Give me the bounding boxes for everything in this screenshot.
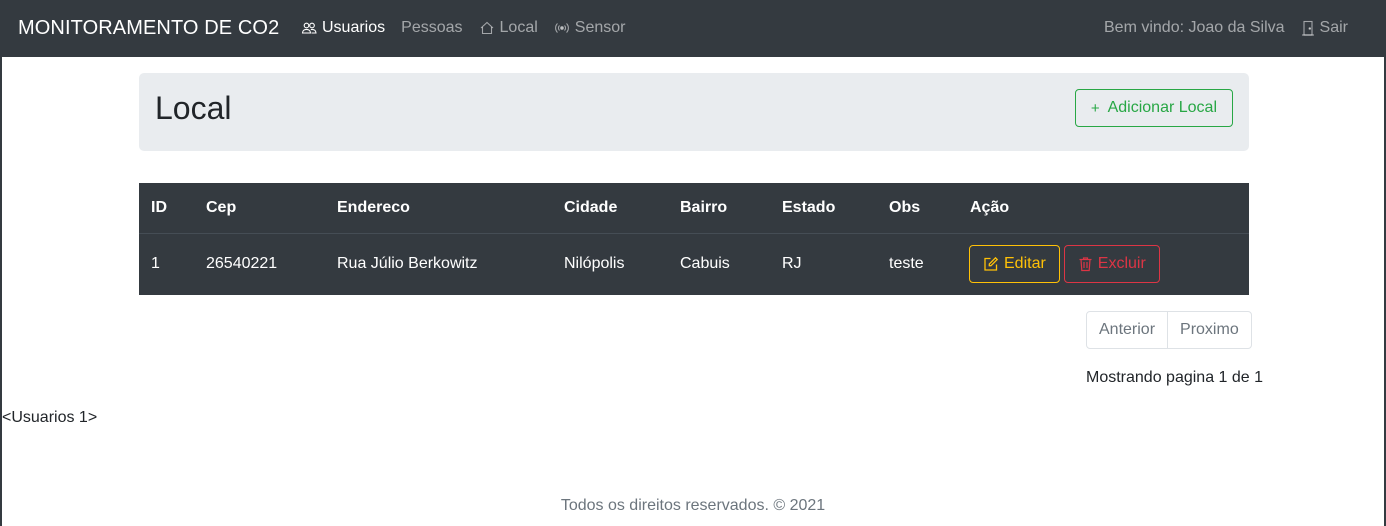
component-debug-text: <Usuarios 1> bbox=[2, 409, 98, 426]
nav-link-label: Local bbox=[499, 19, 538, 36]
welcome-text: Bem vindo: Joao da Silva bbox=[1104, 19, 1285, 36]
nav-link-label: Pessoas bbox=[401, 19, 463, 36]
column-header-cidade: Cidade bbox=[552, 183, 668, 234]
cell-cep: 26540221 bbox=[206, 255, 278, 273]
column-header-estado: Estado bbox=[770, 183, 877, 234]
logout-link[interactable]: Sair bbox=[1301, 19, 1348, 37]
house-icon bbox=[480, 21, 493, 35]
nav-link-usuarios[interactable]: Usuarios bbox=[301, 19, 385, 37]
people-icon bbox=[301, 22, 317, 34]
nav-link-sensor[interactable]: Sensor bbox=[554, 19, 626, 37]
top-navbar: MONITORAMENTO DE CO2 Usuarios Pessoas Lo… bbox=[2, 0, 1386, 57]
footer-text: Todos os direitos reservados. © 2021 bbox=[560, 497, 826, 514]
column-header-acao: Ação bbox=[958, 183, 1249, 234]
cell-id: 1 bbox=[151, 255, 160, 273]
cell-acao: Editar Excluir bbox=[958, 233, 1249, 295]
cell-estado: RJ bbox=[782, 255, 802, 273]
column-header-id: ID bbox=[139, 183, 194, 234]
cell-bairro: Cabuis bbox=[680, 255, 730, 273]
nav-link-label: Usuarios bbox=[322, 19, 386, 36]
add-local-button[interactable]: + Adicionar Local bbox=[1074, 89, 1233, 127]
column-header-endereco: Endereco bbox=[325, 183, 552, 234]
pencil-square-icon bbox=[984, 257, 999, 271]
nav-links: Usuarios Pessoas Local Sensor bbox=[301, 19, 641, 37]
pagination: Anterior Proximo bbox=[1086, 311, 1252, 349]
cell-endereco: Rua Júlio Berkowitz bbox=[337, 255, 478, 273]
page-header: Local + Adicionar Local bbox=[139, 73, 1249, 151]
local-table: ID Cep Endereco Cidade Bairro Estado Obs… bbox=[139, 183, 1249, 295]
page-title: Local bbox=[155, 90, 232, 126]
table-header-row: ID Cep Endereco Cidade Bairro Estado Obs… bbox=[139, 183, 1249, 234]
column-header-obs: Obs bbox=[877, 183, 958, 234]
trash-icon bbox=[1079, 257, 1092, 272]
edit-button[interactable]: Editar bbox=[969, 245, 1060, 284]
cell-cidade: Nilópolis bbox=[564, 255, 625, 273]
delete-button[interactable]: Excluir bbox=[1063, 245, 1160, 284]
nav-link-label: Sensor bbox=[574, 19, 626, 36]
brand-title[interactable]: MONITORAMENTO DE CO2 bbox=[18, 17, 279, 40]
previous-page-button[interactable]: Anterior bbox=[1086, 311, 1169, 349]
broadcast-icon bbox=[554, 23, 569, 33]
plus-icon: + bbox=[1090, 99, 1100, 117]
column-header-bairro: Bairro bbox=[668, 183, 770, 234]
table-row: 1 26540221 Rua Júlio Berkowitz Nilópolis… bbox=[139, 233, 1249, 295]
page-info: Mostrando pagina 1 de 1 bbox=[1086, 369, 1264, 386]
add-local-label: Adicionar Local bbox=[1107, 99, 1217, 116]
door-icon bbox=[1301, 20, 1314, 36]
column-header-cep: Cep bbox=[194, 183, 325, 234]
nav-link-pessoas[interactable]: Pessoas bbox=[401, 19, 462, 37]
delete-label: Excluir bbox=[1097, 255, 1146, 273]
nav-right: Bem vindo: Joao da Silva Sair bbox=[1104, 19, 1348, 37]
cell-obs: teste bbox=[889, 255, 924, 273]
edit-label: Editar bbox=[1004, 255, 1046, 273]
logout-label: Sair bbox=[1319, 19, 1348, 36]
nav-link-local[interactable]: Local bbox=[479, 19, 538, 37]
next-page-button[interactable]: Proximo bbox=[1167, 311, 1252, 349]
